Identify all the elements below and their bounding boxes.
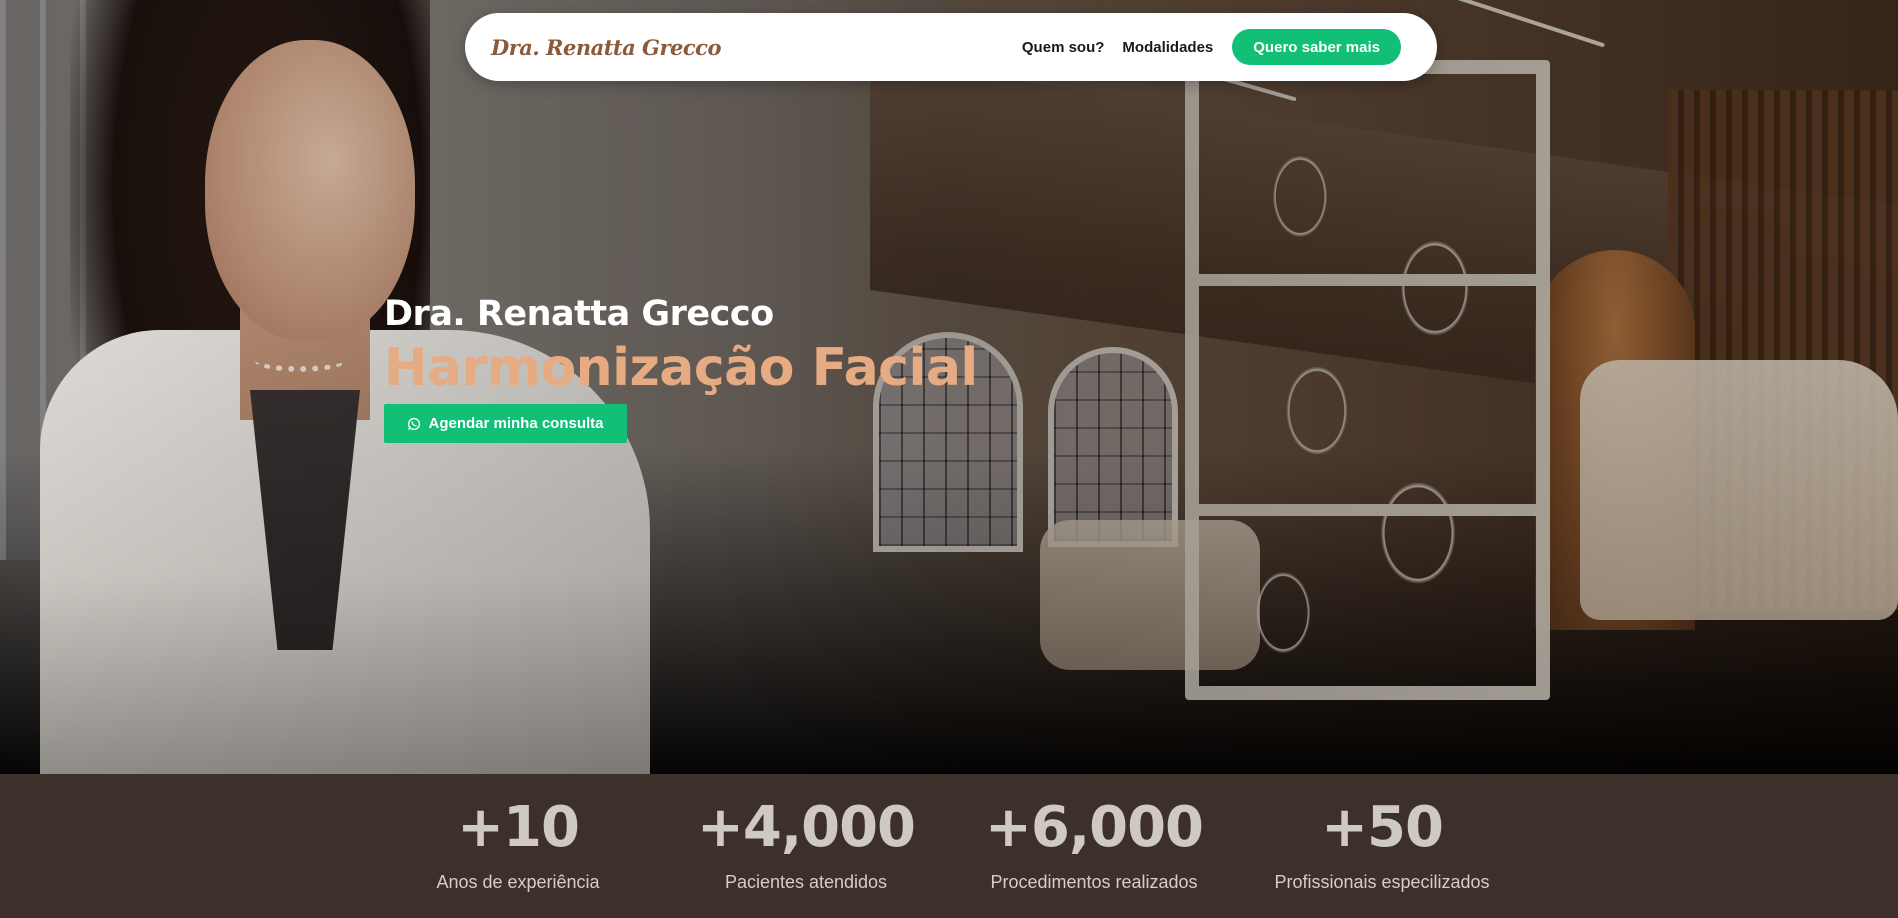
hero-text-block: Dra. Renatta Grecco Harmonização Facial … [384,290,978,443]
hero-doctor-name: Dra. Renatta Grecco [384,294,774,334]
stat-item: +50 Profissionais especilizados [1252,796,1512,893]
site-logo[interactable]: Dra. Renatta Grecco [491,35,721,60]
stat-item: +10 Anos de experiência [400,796,636,893]
whatsapp-icon [408,417,421,430]
stat-label: Procedimentos realizados [990,872,1198,892]
stat-value: +50 [1321,795,1444,860]
stat-label: Anos de experiência [436,872,600,892]
nav-link-modalidades[interactable]: Modalidades [1122,39,1213,56]
stat-item: +6,000 Procedimentos realizados [964,796,1224,893]
schedule-appointment-label: Agendar minha consulta [428,415,604,432]
stat-value: +4,000 [696,795,916,860]
stat-item: +4,000 Pacientes atendidos [676,796,936,893]
stat-label: Profissionais especilizados [1274,872,1490,892]
hero-section: Dra. Renatta Grecco Harmonização Facial … [0,0,1898,774]
stat-value: +10 [457,795,580,860]
stat-value: +6,000 [984,795,1204,860]
learn-more-button[interactable]: Quero saber mais [1232,29,1401,65]
nav-link-quem-sou[interactable]: Quem sou? [1022,39,1105,56]
stat-label: Pacientes atendidos [724,872,888,892]
hero-title: Harmonização Facial [384,338,978,398]
top-navbar: Dra. Renatta Grecco Quem sou? Modalidade… [465,13,1437,81]
schedule-appointment-button[interactable]: Agendar minha consulta [384,404,627,443]
stats-section: +10 Anos de experiência +4,000 Pacientes… [0,774,1898,918]
